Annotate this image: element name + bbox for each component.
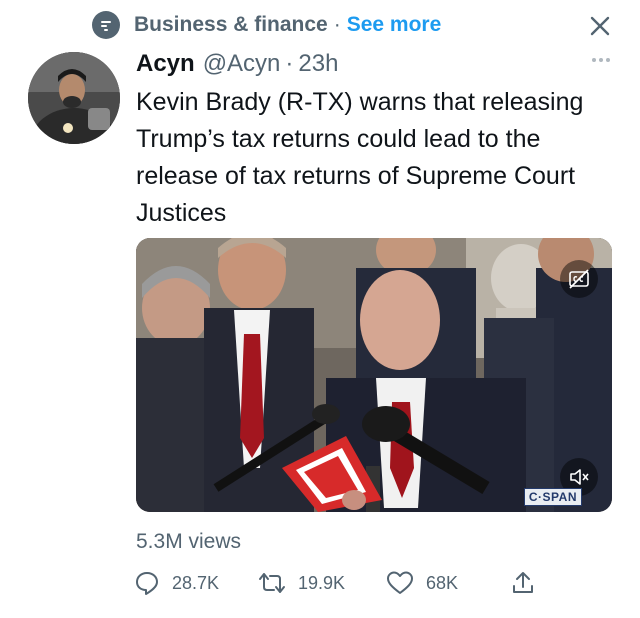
view-count[interactable]: 5.3M views: [136, 530, 241, 554]
reply-button[interactable]: 28.7K: [134, 570, 258, 596]
like-button[interactable]: 68K: [386, 570, 510, 596]
retweet-button[interactable]: 19.9K: [258, 570, 386, 596]
topic-separator: ·: [333, 13, 341, 36]
author-name[interactable]: Acyn: [136, 50, 195, 78]
retweet-count: 19.9K: [298, 572, 346, 593]
reply-icon: [136, 572, 158, 595]
share-icon: [513, 572, 533, 593]
retweet-icon: [259, 573, 285, 593]
avatar[interactable]: [28, 52, 120, 144]
video-frame: [136, 238, 612, 512]
share-button[interactable]: [510, 570, 536, 596]
more-icon[interactable]: [592, 58, 610, 62]
author-separator: ·: [285, 50, 294, 77]
tweet-timestamp[interactable]: 23h: [298, 50, 338, 78]
author-handle[interactable]: @Acyn: [203, 50, 281, 78]
captions-icon[interactable]: [560, 260, 598, 298]
topic-context: Business & finance · See more: [92, 10, 441, 40]
cspan-watermark: C·SPAN: [523, 488, 582, 506]
topic-icon: [92, 11, 120, 39]
tweet-actions: 28.7K 19.9K 68K: [134, 566, 536, 600]
topic-label[interactable]: Business & finance: [134, 13, 328, 37]
close-icon[interactable]: [584, 10, 616, 42]
tweet-video[interactable]: C·SPAN: [136, 238, 612, 512]
tweet-text: Kevin Brady (R-TX) warns that releasing …: [136, 88, 584, 227]
reply-count: 28.7K: [172, 572, 220, 593]
see-more-link[interactable]: See more: [347, 13, 442, 37]
like-icon: [387, 571, 413, 594]
like-count: 68K: [426, 572, 459, 593]
author-row: Acyn @Acyn · 23h: [136, 48, 338, 80]
